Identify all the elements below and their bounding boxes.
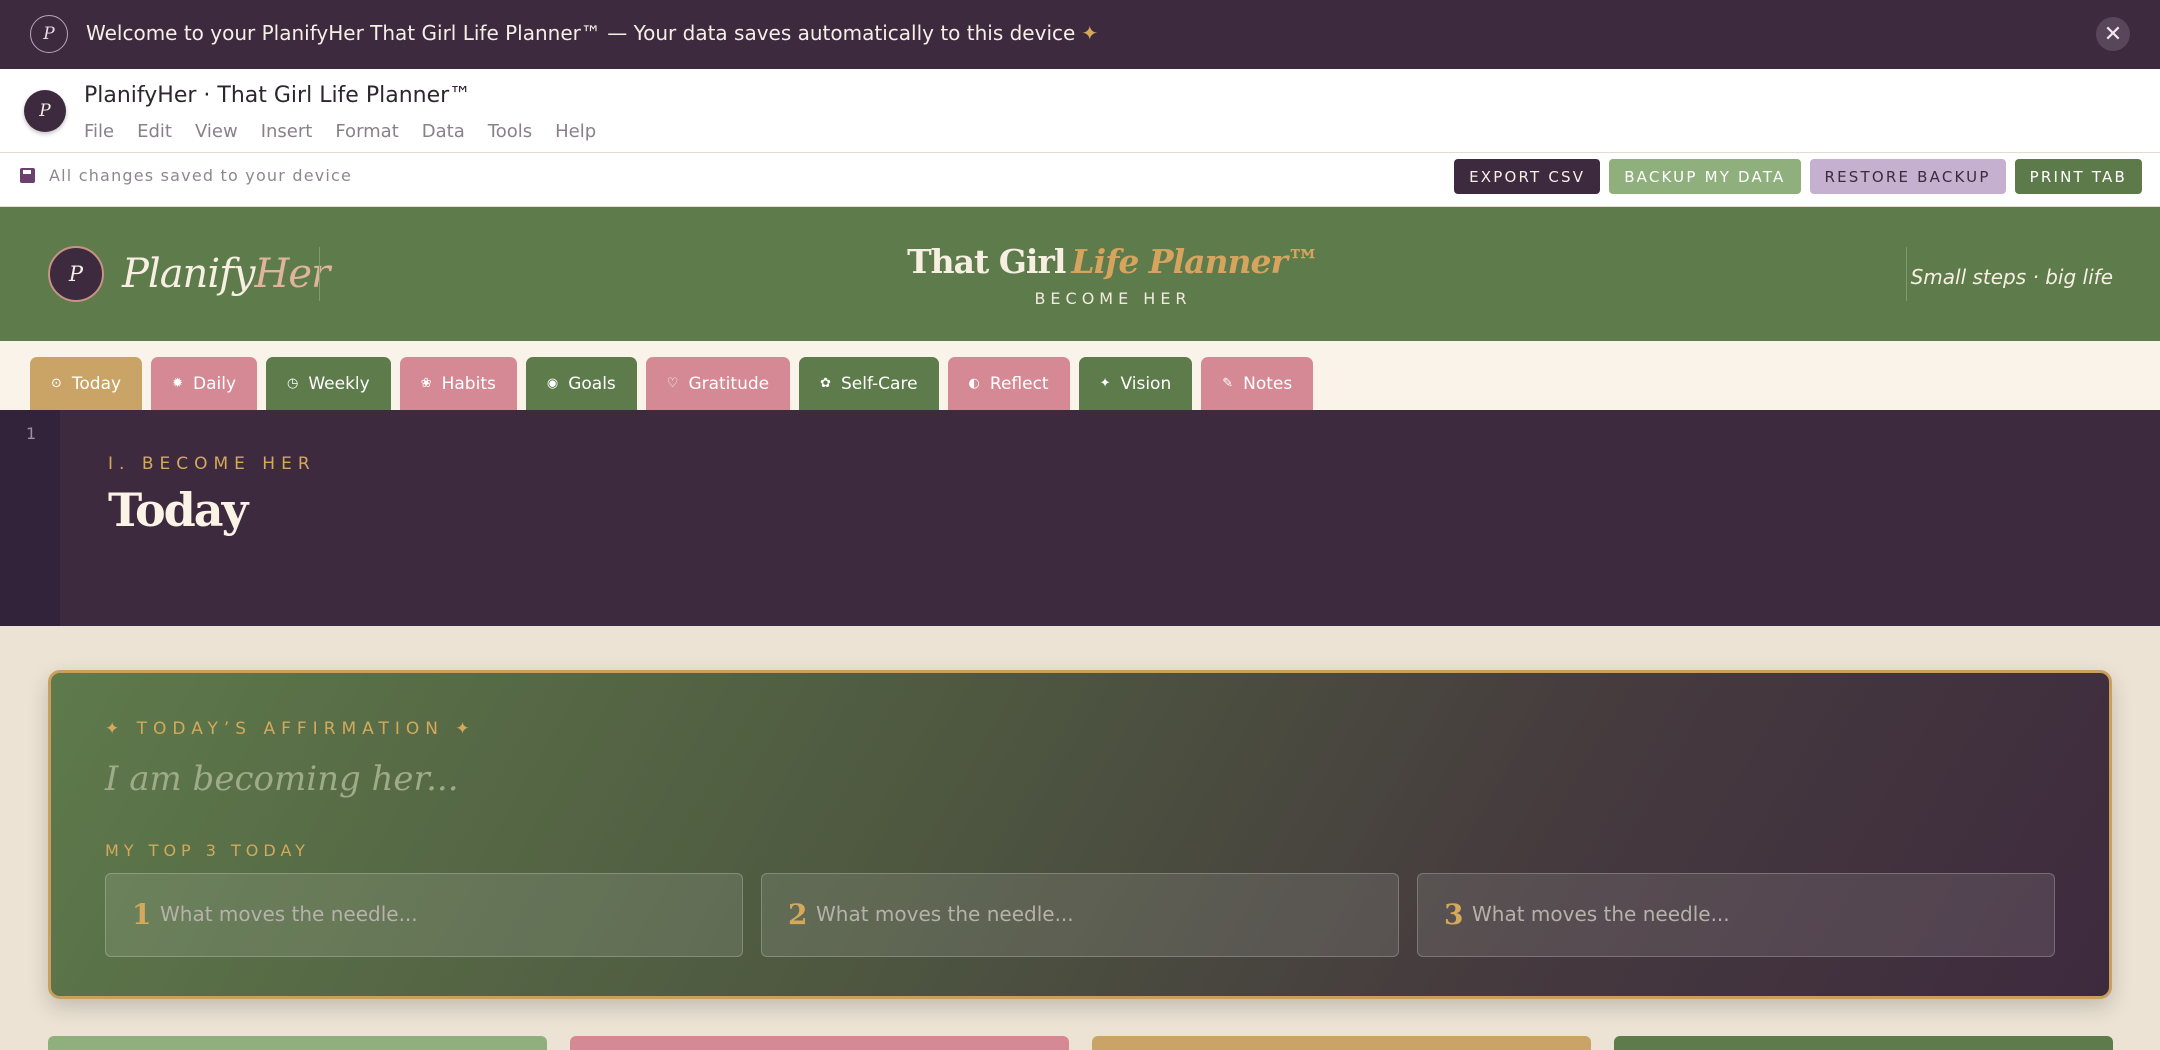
affirmation-input[interactable]: I am becoming her... <box>105 759 459 799</box>
save-status-text: All changes saved to your device <box>49 166 353 185</box>
planner-subtitle: BECOME HER <box>1034 289 1192 308</box>
tab-reflect[interactable]: ◐ Reflect <box>947 357 1070 410</box>
card-top-edge <box>1614 1036 2113 1050</box>
menu-bar: File Edit View Insert Format Data Tools … <box>84 121 619 142</box>
top3-placeholder: What moves the needle... <box>160 902 418 926</box>
blossom-icon: ✿ <box>820 376 832 391</box>
row-number: 1 <box>26 424 37 443</box>
tab-weekly[interactable]: ◷ Weekly <box>266 357 391 410</box>
planner-title: That Girl Life Planner™ <box>880 242 1346 281</box>
brand-seal: P <box>48 246 104 302</box>
today-icon: ⊙ <box>51 376 62 391</box>
tab-label: Today <box>71 373 122 394</box>
tab-label: Habits <box>441 373 496 394</box>
target-icon: ◉ <box>546 376 559 391</box>
top3-input[interactable]: 2 What moves the needle... <box>761 873 1399 957</box>
half-moon-icon: ◐ <box>968 376 980 391</box>
top3-placeholder: What moves the needle... <box>816 902 1074 926</box>
sun-icon: ✹ <box>172 376 183 391</box>
banner-message-text: Welcome to your PlanifyHer That Girl Lif… <box>86 21 1076 45</box>
action-buttons: EXPORT CSV BACKUP MY DATA RESTORE BACKUP… <box>1454 159 2142 194</box>
brand-tagline: Small steps · big life <box>1910 265 2113 289</box>
section-eyebrow: I. BECOME HER <box>108 454 316 474</box>
menu-view[interactable]: View <box>195 121 238 142</box>
tab-gratitude[interactable]: ♡ Gratitude <box>645 357 791 410</box>
brand-wordmark: PlanifyHer <box>122 251 331 297</box>
tab-label: Gratitude <box>688 373 770 394</box>
save-status: All changes saved to your device <box>20 166 352 185</box>
tab-label: Vision <box>1120 373 1172 394</box>
heart-icon: ♡ <box>666 376 679 391</box>
affirmation-label: ✦ TODAY’S AFFIRMATION ✦ <box>105 719 476 739</box>
print-tab-button[interactable]: PRINT TAB <box>2014 159 2142 194</box>
tab-list: ⊙ Today ✹ Daily ◷ Weekly ❀ Habits ◉ Goals ♡ Gr… <box>30 357 1314 410</box>
top3-number: 3 <box>1444 898 1464 931</box>
divider <box>319 247 320 301</box>
tab-self-care[interactable]: ✿ Self-Care <box>799 357 939 410</box>
menu-format[interactable]: Format <box>335 121 398 142</box>
close-banner-button[interactable]: ✕ <box>2096 17 2130 51</box>
brand-header: P PlanifyHer That Girl Life Planner™ BECO… <box>0 207 2160 341</box>
tab-label: Weekly <box>308 373 370 394</box>
card-top-edge <box>570 1036 1069 1050</box>
top3-placeholder: What moves the needle... <box>1472 902 1730 926</box>
card-top-edge <box>1092 1036 1591 1050</box>
pencil-icon: ✎ <box>1222 376 1234 391</box>
banner-message: Welcome to your PlanifyHer That Girl Lif… <box>86 21 1098 45</box>
tab-today[interactable]: ⊙ Today <box>30 357 143 410</box>
row-gutter: 1 <box>0 410 60 626</box>
tab-habits[interactable]: ❀ Habits <box>399 357 517 410</box>
tab-label: Reflect <box>989 373 1049 394</box>
tab-strip: ⊙ Today ✹ Daily ◷ Weekly ❀ Habits ◉ Goals ♡ Gr… <box>0 341 2160 410</box>
planner-title-accent: Life Planner™ <box>1071 242 1320 281</box>
top3-number: 1 <box>132 898 152 931</box>
app-header: P PlanifyHer · That Girl Life Planner™ F… <box>0 69 2160 153</box>
menu-tools[interactable]: Tools <box>488 121 532 142</box>
divider <box>1906 247 1907 301</box>
welcome-banner: P Welcome to your PlanifyHer That Girl L… <box>0 0 2160 69</box>
restore-backup-button[interactable]: RESTORE BACKUP <box>1809 159 2006 194</box>
sparkle-icon: ✦ <box>1081 21 1099 45</box>
tab-daily[interactable]: ✹ Daily <box>151 357 257 410</box>
document-title[interactable]: PlanifyHer · That Girl Life Planner™ <box>84 83 471 108</box>
tab-label: Goals <box>568 373 616 394</box>
planner-title-main: That Girl <box>907 242 1066 281</box>
sparkle-icon: ✦ <box>1099 376 1111 391</box>
floppy-disk-icon <box>20 168 35 183</box>
tab-label: Self-Care <box>841 373 918 394</box>
export-csv-button[interactable]: EXPORT CSV <box>1454 159 1601 194</box>
clock-icon: ◷ <box>287 376 299 391</box>
planner-title-block: That Girl Life Planner™ BECOME HER <box>880 242 1346 308</box>
banner-logo: P <box>30 15 68 53</box>
section-header: 1 I. BECOME HER Today <box>0 410 2160 626</box>
flower-icon: ❀ <box>420 376 432 391</box>
affirmation-card: ✦ TODAY’S AFFIRMATION ✦ I am becoming he… <box>48 670 2112 999</box>
wordmark-her: Her <box>254 251 331 297</box>
tab-label: Notes <box>1243 373 1293 394</box>
top3-label: MY TOP 3 TODAY <box>105 841 310 860</box>
tab-notes[interactable]: ✎ Notes <box>1201 357 1314 410</box>
menu-data[interactable]: Data <box>422 121 465 142</box>
menu-insert[interactable]: Insert <box>261 121 313 142</box>
tab-label: Daily <box>192 373 236 394</box>
app-avatar[interactable]: P <box>24 90 66 132</box>
card-top-edge <box>48 1036 547 1050</box>
tab-goals[interactable]: ◉ Goals <box>525 357 637 410</box>
top3-number: 2 <box>788 898 808 931</box>
menu-edit[interactable]: Edit <box>137 121 172 142</box>
close-icon: ✕ <box>2103 21 2123 47</box>
top3-input[interactable]: 3 What moves the needle... <box>1417 873 2055 957</box>
wordmark-planify: Planify <box>122 251 256 297</box>
backup-data-button[interactable]: BACKUP MY DATA <box>1609 159 1801 194</box>
tab-vision[interactable]: ✦ Vision <box>1078 357 1193 410</box>
menu-file[interactable]: File <box>84 121 114 142</box>
top3-list: 1 What moves the needle... 2 What moves … <box>105 873 2055 957</box>
top3-input[interactable]: 1 What moves the needle... <box>105 873 743 957</box>
menu-help[interactable]: Help <box>555 121 596 142</box>
page-title: Today <box>108 483 248 537</box>
